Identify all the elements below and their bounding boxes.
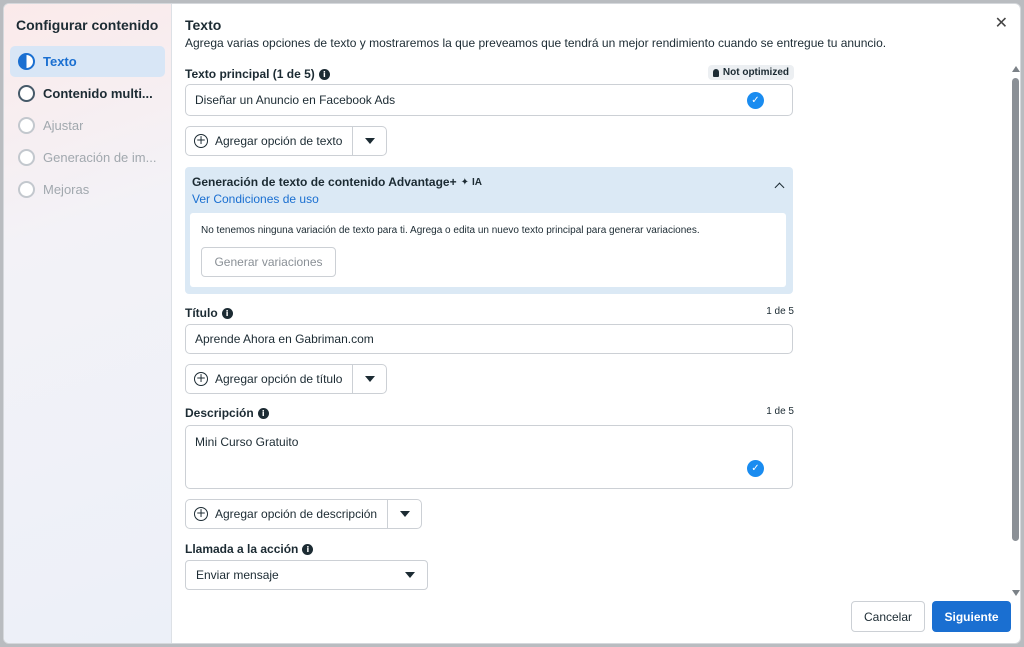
info-icon[interactable]: i bbox=[302, 543, 314, 555]
title-label-text: Título bbox=[185, 306, 218, 320]
add-title-option-button[interactable]: + Agregar opción de título bbox=[186, 365, 354, 393]
step-label: Ajustar bbox=[43, 118, 84, 133]
generate-variations-button[interactable]: Generar variaciones bbox=[201, 247, 336, 277]
primary-text-label-text: Texto principal (1 de 5) bbox=[185, 67, 315, 81]
advantage-title-text: Generación de texto de contenido Advanta… bbox=[192, 175, 457, 189]
cta-label: Llamada a la acción i bbox=[185, 542, 314, 556]
circle-icon bbox=[18, 149, 35, 166]
step-label: Mejoras bbox=[43, 182, 90, 197]
cta-select[interactable]: Enviar mensaje bbox=[185, 560, 428, 590]
plus-circle-icon: + bbox=[194, 371, 208, 386]
add-description-option-label: Agregar opción de descripción bbox=[215, 507, 378, 521]
title-label: Título i bbox=[185, 306, 233, 320]
check-icon: ✓ bbox=[747, 460, 764, 477]
advantage-title: Generación de texto de contenido Advanta… bbox=[192, 175, 482, 189]
description-textarea[interactable]: Mini Curso Gratuito ✓ bbox=[185, 425, 793, 489]
ai-label: IA bbox=[472, 176, 482, 188]
page-subtitle: Agrega varias opciones de texto y mostra… bbox=[185, 36, 887, 50]
title-input[interactable]: Aprende Ahora en Gabriman.com bbox=[185, 324, 793, 354]
step-ajustar[interactable]: Ajustar bbox=[10, 110, 165, 141]
add-description-option-split-button: + Agregar opción de descripción bbox=[185, 499, 423, 529]
cta-selected-value: Enviar mensaje bbox=[196, 568, 279, 582]
terms-of-use-link[interactable]: Ver Condiciones de uso bbox=[192, 192, 319, 206]
description-value: Mini Curso Gratuito bbox=[195, 435, 299, 449]
badge-text: Not optimized bbox=[722, 67, 789, 78]
cancel-button[interactable]: Cancelar bbox=[851, 601, 925, 632]
add-text-option-label: Agregar opción de texto bbox=[215, 134, 343, 148]
advantage-text-generation-panel: Generación de texto de contenido Advanta… bbox=[185, 167, 793, 294]
not-optimized-badge: Not optimized bbox=[707, 65, 794, 80]
no-variations-message: No tenemos ninguna variación de texto pa… bbox=[201, 225, 700, 236]
add-text-option-split-button: + Agregar opción de texto bbox=[185, 126, 388, 156]
step-contenido-multimedia[interactable]: Contenido multi... bbox=[10, 78, 165, 109]
step-label: Generación de im... bbox=[43, 150, 157, 165]
info-icon[interactable]: i bbox=[257, 407, 269, 419]
close-icon[interactable]: ✕ bbox=[995, 16, 1008, 32]
primary-text-label: Texto principal (1 de 5) i bbox=[185, 67, 330, 81]
main-panel: Texto Agrega varias opciones de texto y … bbox=[173, 4, 1020, 643]
lightbulb-icon bbox=[712, 68, 719, 77]
scroll-up-arrow-icon[interactable] bbox=[1012, 66, 1020, 72]
step-label: Texto bbox=[43, 54, 77, 69]
circle-icon bbox=[18, 117, 35, 134]
primary-text-input[interactable]: Diseñar un Anuncio en Facebook Ads ✓ bbox=[185, 84, 793, 116]
next-button[interactable]: Siguiente bbox=[932, 601, 1011, 632]
steps-list: Texto Contenido multi... Ajustar Generac… bbox=[10, 46, 165, 206]
add-title-option-split-button: + Agregar opción de título bbox=[185, 364, 388, 394]
primary-text-value: Diseñar un Anuncio en Facebook Ads bbox=[195, 93, 396, 107]
description-label: Descripción i bbox=[185, 406, 269, 420]
title-counter: 1 de 5 bbox=[766, 306, 794, 317]
add-description-option-dropdown[interactable] bbox=[388, 500, 421, 528]
add-title-option-dropdown[interactable] bbox=[353, 365, 386, 393]
sparkle-icon: ✦ bbox=[460, 176, 469, 188]
sidebar-title: Configurar contenido bbox=[16, 17, 159, 33]
advantage-content: No tenemos ninguna variación de texto pa… bbox=[190, 213, 786, 287]
description-counter: 1 de 5 bbox=[766, 406, 794, 417]
circle-icon bbox=[18, 181, 35, 198]
step-generacion-imagen[interactable]: Generación de im... bbox=[10, 142, 165, 173]
caret-down-icon bbox=[364, 138, 375, 144]
add-title-option-label: Agregar opción de título bbox=[215, 372, 343, 386]
check-icon: ✓ bbox=[747, 92, 764, 109]
cta-label-text: Llamada a la acción bbox=[185, 542, 299, 556]
caret-down-icon bbox=[405, 572, 415, 578]
add-description-option-button[interactable]: + Agregar opción de descripción bbox=[186, 500, 389, 528]
add-text-option-dropdown[interactable] bbox=[353, 127, 386, 155]
description-label-text: Descripción bbox=[185, 406, 254, 420]
configure-content-dialog: Configurar contenido Texto Contenido mul… bbox=[3, 3, 1021, 644]
step-texto[interactable]: Texto bbox=[10, 46, 165, 77]
plus-circle-icon: + bbox=[194, 133, 208, 148]
plus-circle-icon: + bbox=[194, 506, 208, 521]
steps-sidebar: Configurar contenido Texto Contenido mul… bbox=[4, 4, 172, 643]
scrollbar[interactable] bbox=[1010, 66, 1020, 596]
caret-down-icon bbox=[364, 376, 375, 382]
scrollbar-thumb[interactable] bbox=[1012, 78, 1019, 541]
caret-down-icon bbox=[399, 511, 410, 517]
circle-icon bbox=[18, 85, 35, 102]
info-icon[interactable]: i bbox=[318, 68, 330, 80]
scroll-down-arrow-icon[interactable] bbox=[1012, 590, 1020, 596]
chevron-up-icon[interactable] bbox=[774, 182, 785, 193]
step-mejoras[interactable]: Mejoras bbox=[10, 174, 165, 205]
title-value: Aprende Ahora en Gabriman.com bbox=[195, 332, 374, 346]
step-label: Contenido multi... bbox=[43, 86, 153, 101]
info-icon[interactable]: i bbox=[221, 307, 233, 319]
add-text-option-button[interactable]: + Agregar opción de texto bbox=[186, 127, 354, 155]
half-circle-icon bbox=[18, 53, 35, 70]
page-title: Texto bbox=[185, 17, 222, 33]
